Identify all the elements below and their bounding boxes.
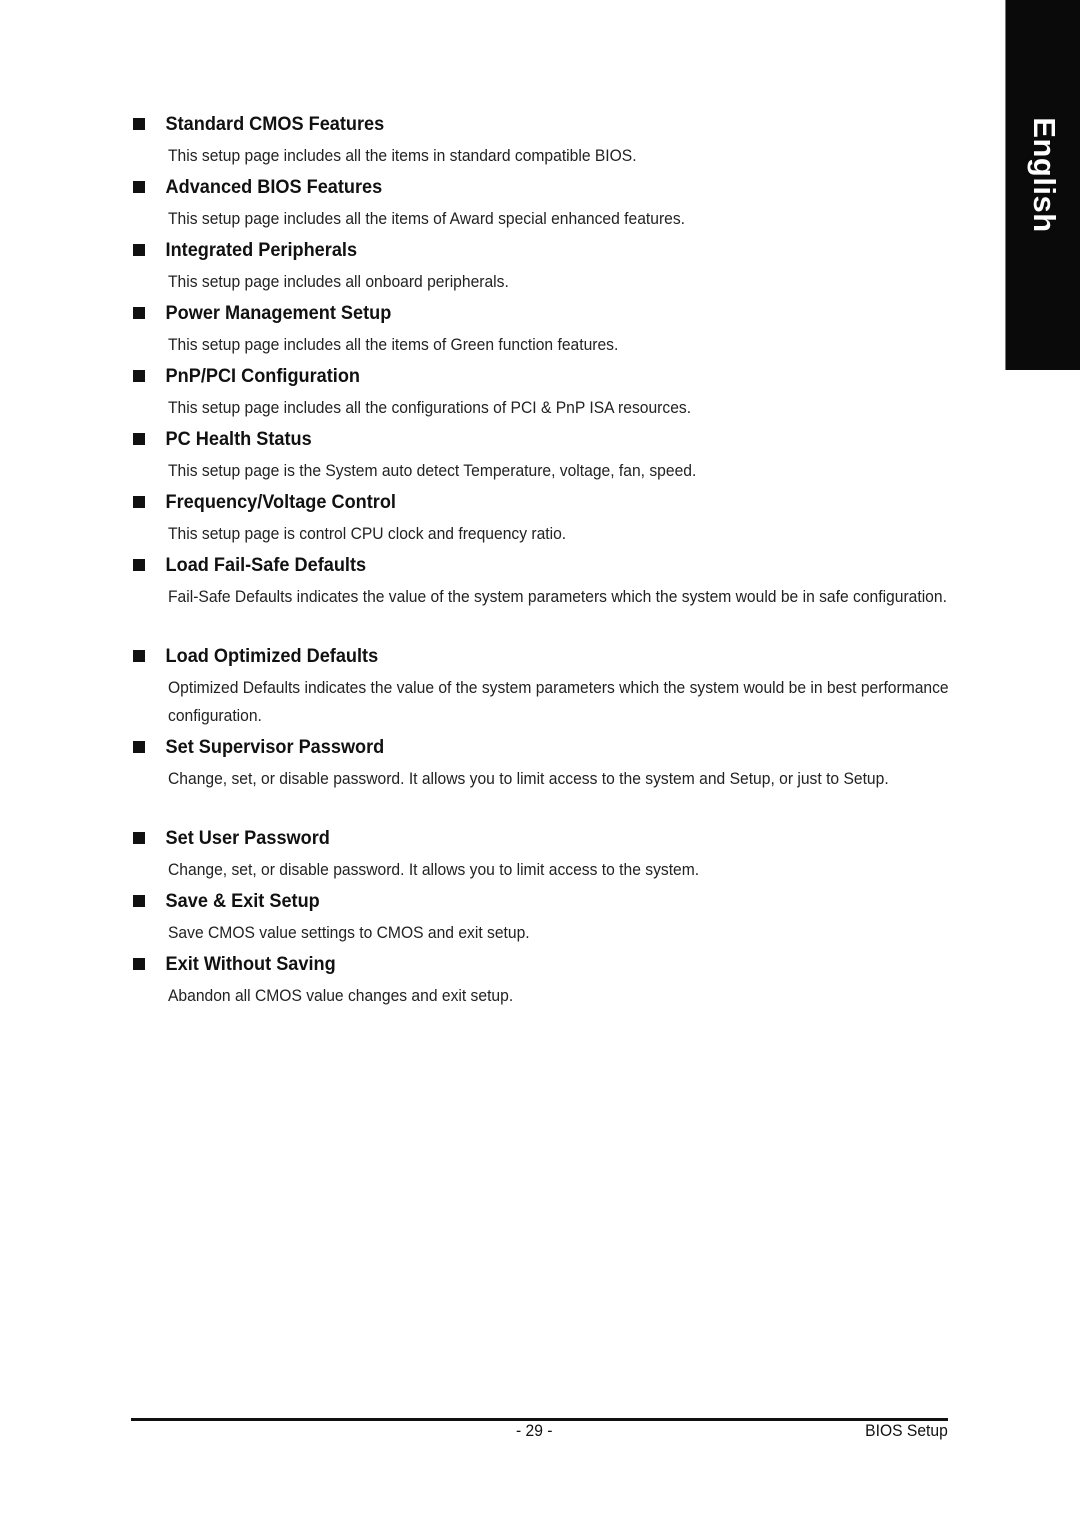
square-bullet-icon <box>133 832 145 844</box>
square-bullet-icon <box>133 650 145 662</box>
section-description: This setup page includes all the items o… <box>168 335 619 354</box>
language-tab-label: English <box>1026 117 1062 233</box>
section-pnp-pci-configuration: PnP/PCI Configuration This setup page in… <box>133 363 953 422</box>
section-title: Set Supervisor Password <box>165 736 385 758</box>
section-title: Set User Password <box>165 827 330 849</box>
section-title: Load Fail-Safe Defaults <box>165 554 367 576</box>
section-standard-cmos-features: Standard CMOS Features This setup page i… <box>133 111 953 170</box>
section-description: This setup page includes all the configu… <box>168 398 692 417</box>
section-heading: PC Health Status <box>133 426 896 452</box>
square-bullet-icon <box>133 118 145 130</box>
section-description: Change, set, or disable password. It all… <box>168 860 700 879</box>
section-description: Save CMOS value settings to CMOS and exi… <box>168 923 530 942</box>
section-title: Exit Without Saving <box>165 953 336 975</box>
section-description: Fail-Safe Defaults indicates the value o… <box>168 587 947 606</box>
square-bullet-icon <box>133 181 145 193</box>
section-title: Save & Exit Setup <box>165 890 320 912</box>
section-set-supervisor-password: Set Supervisor Password Change, set, or … <box>133 734 953 793</box>
section-description: This setup page is control CPU clock and… <box>168 524 567 543</box>
section-description: This setup page includes all the items o… <box>168 209 686 228</box>
section-title: Standard CMOS Features <box>165 113 385 135</box>
section-power-management-setup: Power Management Setup This setup page i… <box>133 300 953 359</box>
section-title: Power Management Setup <box>165 302 392 324</box>
section-title: PC Health Status <box>165 428 312 450</box>
section-heading: PnP/PCI Configuration <box>133 363 896 389</box>
section-exit-without-saving: Exit Without Saving Abandon all CMOS val… <box>133 951 953 1010</box>
section-load-optimized-defaults: Load Optimized Defaults Optimized Defaul… <box>133 643 953 730</box>
section-integrated-peripherals: Integrated Peripherals This setup page i… <box>133 237 953 296</box>
square-bullet-icon <box>133 741 145 753</box>
footer-chapter-title: BIOS Setup <box>865 1421 948 1440</box>
section-heading: Set Supervisor Password <box>133 734 896 760</box>
section-load-fail-safe-defaults: Load Fail-Safe Defaults Fail-Safe Defaul… <box>133 552 953 611</box>
section-description: Optimized Defaults indicates the value o… <box>168 678 949 725</box>
section-title: Advanced BIOS Features <box>165 176 383 198</box>
section-title: PnP/PCI Configuration <box>165 365 360 387</box>
section-heading: Frequency/Voltage Control <box>133 489 896 515</box>
section-frequency-voltage-control: Frequency/Voltage Control This setup pag… <box>133 489 953 548</box>
section-pc-health-status: PC Health Status This setup page is the … <box>133 426 953 485</box>
section-description: Abandon all CMOS value changes and exit … <box>168 986 514 1005</box>
section-heading: Advanced BIOS Features <box>133 174 896 200</box>
section-description: This setup page includes all the items i… <box>168 146 637 165</box>
section-title: Frequency/Voltage Control <box>165 491 396 513</box>
section-title: Integrated Peripherals <box>165 239 358 261</box>
square-bullet-icon <box>133 958 145 970</box>
page-number-text: - 29 - <box>516 1421 553 1440</box>
language-tab: English <box>1005 0 1080 370</box>
section-heading: Save & Exit Setup <box>133 888 896 914</box>
square-bullet-icon <box>133 244 145 256</box>
section-heading: Exit Without Saving <box>133 951 896 977</box>
square-bullet-icon <box>133 895 145 907</box>
section-description: This setup page includes all onboard per… <box>168 272 509 291</box>
section-heading: Load Optimized Defaults <box>133 643 896 669</box>
section-advanced-bios-features: Advanced BIOS Features This setup page i… <box>133 174 953 233</box>
section-description: Change, set, or disable password. It all… <box>168 769 889 788</box>
square-bullet-icon <box>133 307 145 319</box>
section-heading: Standard CMOS Features <box>133 111 896 137</box>
section-heading: Set User Password <box>133 825 896 851</box>
section-save-exit-setup: Save & Exit Setup Save CMOS value settin… <box>133 888 953 947</box>
section-set-user-password: Set User Password Change, set, or disabl… <box>133 825 953 884</box>
section-heading: Load Fail-Safe Defaults <box>133 552 896 578</box>
square-bullet-icon <box>133 433 145 445</box>
square-bullet-icon <box>133 496 145 508</box>
square-bullet-icon <box>133 559 145 571</box>
section-description: This setup page is the System auto detec… <box>168 461 697 480</box>
section-heading: Integrated Peripherals <box>133 237 896 263</box>
section-title: Load Optimized Defaults <box>165 645 379 667</box>
square-bullet-icon <box>133 370 145 382</box>
section-heading: Power Management Setup <box>133 300 896 326</box>
